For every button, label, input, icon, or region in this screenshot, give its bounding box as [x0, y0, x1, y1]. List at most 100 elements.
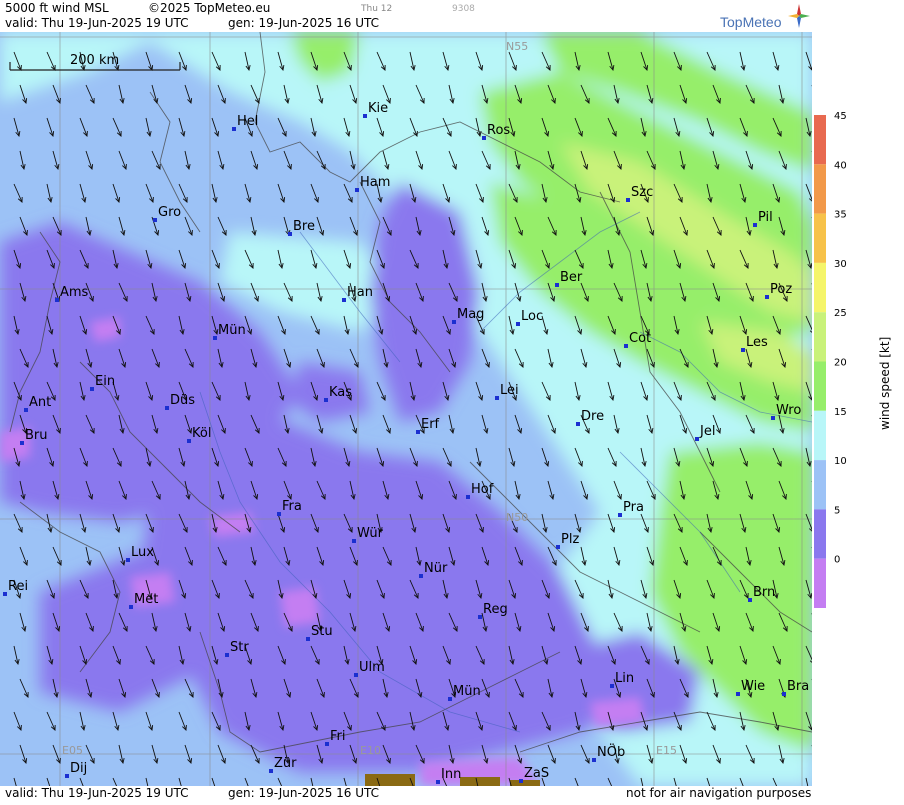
legend-tick-label: 25	[834, 308, 847, 319]
city-dot	[225, 653, 229, 657]
city-marker: Ber	[555, 270, 583, 287]
city-label: Pra	[623, 500, 644, 515]
city-marker: Ant	[24, 395, 51, 412]
city-marker: Reg	[478, 602, 508, 619]
city-label: Fri	[330, 729, 346, 744]
city-dot	[342, 298, 346, 302]
city-dot	[325, 742, 329, 746]
city-dot	[354, 673, 358, 677]
city-label: Wro	[776, 403, 801, 418]
city-marker: Les	[741, 335, 768, 352]
footer-generated-time: gen: 19-Jun-2025 16 UTC	[228, 786, 380, 800]
city-label: Ein	[95, 374, 115, 389]
legend-tick-label: 40	[834, 160, 847, 171]
wind-map-canvas: 200 km N55 N50 E05 E10 E15 Kie Hel Ros Ham S…	[0, 32, 812, 786]
grid-label-n55: N55	[506, 40, 528, 53]
city-label: Erf	[421, 417, 440, 432]
city-marker: ZaS	[519, 766, 549, 783]
city-dot	[55, 298, 59, 302]
city-dot	[771, 416, 775, 420]
city-label: Rei	[8, 579, 28, 594]
city-marker: Ulm	[354, 660, 385, 677]
city-dot	[695, 437, 699, 441]
city-label: Lei	[500, 383, 519, 398]
legend-color-swatch	[814, 509, 826, 559]
city-label: Hof	[471, 482, 494, 497]
city-label: Ham	[360, 175, 390, 190]
legend-tick-label: 35	[834, 210, 847, 221]
city-label: Zür	[274, 756, 297, 771]
city-dot	[213, 336, 217, 340]
legend-tick-label: 10	[834, 456, 847, 467]
city-dot	[129, 605, 133, 609]
city-marker: Ham	[355, 175, 390, 192]
grid-label-n50: N50	[506, 511, 528, 524]
city-label: Gro	[158, 205, 181, 220]
city-dot	[618, 513, 622, 517]
legend-tick-label: 20	[834, 358, 847, 369]
city-marker: Ams	[55, 285, 89, 302]
city-label: Mag	[457, 307, 484, 322]
city-label: Cot	[629, 331, 651, 346]
city-marker: Wie	[736, 679, 765, 696]
legend-tick-label: 0	[834, 555, 840, 566]
grid-label-e15: E15	[656, 744, 677, 757]
city-dot	[90, 387, 94, 391]
city-dot	[232, 127, 236, 131]
city-marker: Hof	[466, 482, 494, 499]
city-dot	[419, 574, 423, 578]
city-dot	[765, 295, 769, 299]
topmeteo-logo: TopMeteo	[720, 14, 782, 30]
city-dot	[753, 223, 757, 227]
city-label: Ros	[487, 123, 510, 138]
city-dot	[448, 697, 452, 701]
city-dot	[626, 198, 630, 202]
footer-valid-time: valid: Thu 19-Jun-2025 19 UTC	[5, 786, 189, 800]
city-marker: Bre	[288, 219, 315, 236]
city-label: ZaS	[524, 766, 549, 781]
city-marker: Cot	[624, 331, 651, 348]
city-label: Poz	[770, 282, 792, 297]
city-label: Szc	[631, 185, 653, 200]
legend-color-swatch	[814, 361, 826, 411]
city-dot	[277, 512, 281, 516]
city-label: Pil	[758, 210, 773, 225]
city-label: Dre	[581, 409, 604, 424]
terrain-mask	[365, 774, 415, 786]
city-marker: Gro	[153, 205, 181, 222]
city-marker: Han	[342, 285, 373, 302]
city-label: Loc	[521, 309, 543, 324]
city-label: Ber	[560, 270, 583, 285]
city-dot	[65, 774, 69, 778]
city-dot	[153, 218, 157, 222]
small-code-label: 9308	[452, 4, 475, 14]
legend-color-swatch	[814, 558, 826, 608]
city-dot	[288, 232, 292, 236]
city-marker: Ros	[482, 123, 510, 140]
city-label: Wie	[741, 679, 765, 694]
city-dot	[355, 188, 359, 192]
city-label: Ant	[29, 395, 51, 410]
legend-tick-label: 45	[834, 111, 847, 122]
legend-unit-label: wind speed [kt]	[878, 337, 892, 430]
city-label: Str	[230, 640, 249, 655]
legend-tick-label: 5	[834, 505, 840, 516]
city-dot	[306, 637, 310, 641]
city-dot	[516, 322, 520, 326]
city-marker: Nür	[419, 561, 448, 578]
terrain-mask	[460, 777, 500, 786]
city-dot	[324, 398, 328, 402]
copyright: ©2025 TopMeteo.eu	[148, 1, 271, 15]
valid-time: valid: Thu 19-Jun-2025 19 UTC	[5, 16, 189, 30]
city-label: Bre	[293, 219, 315, 234]
city-marker: Brn	[748, 585, 775, 602]
city-label: Nür	[424, 561, 448, 576]
product-title: 5000 ft wind MSL	[5, 1, 109, 15]
legend-color-swatch	[814, 312, 826, 362]
footer-disclaimer: not for air navigation purposes	[626, 786, 812, 800]
city-dot	[741, 348, 745, 352]
legend-color-swatch	[814, 164, 826, 214]
city-marker: Zür	[269, 756, 297, 773]
city-label: Met	[134, 592, 158, 607]
city-dot	[24, 408, 28, 412]
